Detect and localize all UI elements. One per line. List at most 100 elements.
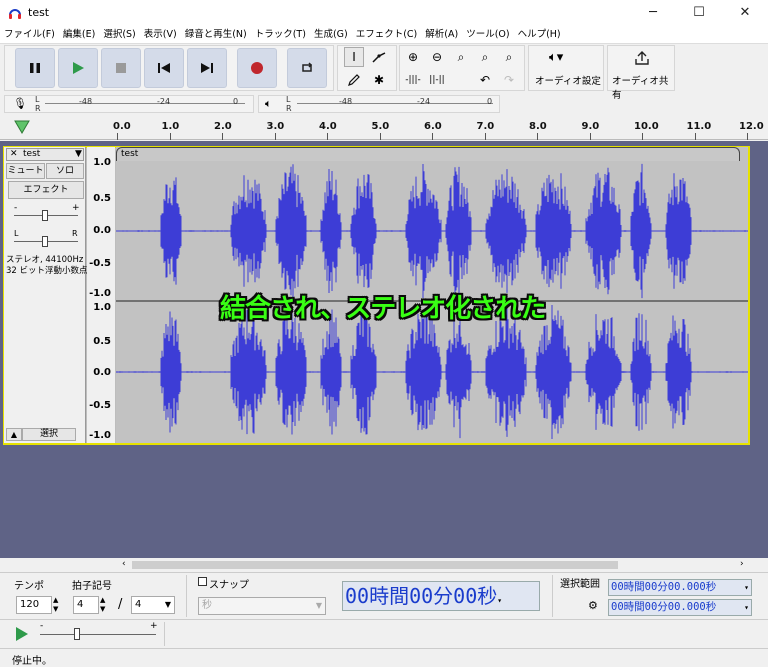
play-at-speed-toolbar: - + [0, 619, 768, 647]
clip-name: test [121, 149, 139, 159]
audio-setup-toolbar[interactable]: 🔈︎▾ オーディオ設定 [528, 45, 604, 91]
playback-meter[interactable]: 🔈︎ L R -48 -24 0 [258, 95, 500, 113]
window-title: test [28, 6, 50, 19]
redo-button[interactable]: ↷ [499, 70, 519, 90]
loop-button[interactable] [287, 48, 327, 88]
draw-tool-button[interactable] [344, 70, 364, 90]
audacity-app-icon [9, 9, 21, 19]
divider [552, 575, 553, 617]
ruler-tick-mark [747, 133, 748, 140]
beat-unit-select[interactable]: 4 ▼ [131, 596, 175, 614]
fit-project-button[interactable]: ⌕ [475, 47, 495, 67]
track-name-bar[interactable]: ✕ test ▼ [6, 148, 84, 161]
play-at-speed-icon[interactable] [14, 626, 30, 642]
speaker-icon: 🔈︎ [265, 97, 272, 110]
menu-select[interactable]: 選択(S) [99, 26, 139, 44]
silence-icon: ||-|| [429, 75, 445, 85]
menu-file[interactable]: ファイル(F) [0, 26, 59, 44]
envelope-tool-button[interactable] [369, 47, 389, 67]
bottom-toolbar: テンポ 120 ▲ ▼ 拍子記号 4 ▲ ▼ / 4 ▼ スナップ 秒 ▼ 00時間00… [0, 572, 768, 618]
ruler-tick-label: 11.0 [686, 121, 712, 132]
ruler-tick-mark [642, 133, 643, 140]
menu-effect[interactable]: エフェクト(C) [352, 26, 422, 44]
record-button[interactable] [237, 48, 277, 88]
speaker-icon: 🔈︎▾ [549, 50, 564, 65]
meter-tick: -48 [339, 97, 353, 106]
time-display[interactable]: 00時間00分00秒▾ [342, 581, 540, 611]
close-button[interactable]: ✕ [722, 0, 768, 26]
snap-unit-value: 秒 [202, 600, 212, 611]
collapse-track-button[interactable]: ▲ [6, 428, 22, 441]
minimize-button[interactable]: ─ [630, 0, 676, 26]
select-track-button[interactable]: 選択 [22, 428, 76, 441]
menu-tracks[interactable]: トラック(T) [251, 26, 310, 44]
selection-end-display[interactable]: 00時間00分00.000秒 ▾ [608, 599, 752, 616]
solo-button[interactable]: ソロ [46, 163, 84, 179]
play-button[interactable] [58, 48, 98, 88]
ruler-tick-mark [379, 133, 381, 140]
zoom-out-button[interactable]: ⊖ [427, 47, 447, 67]
maximize-button[interactable]: ☐ [676, 0, 722, 26]
ruler-tick-label: 7.0 [476, 121, 495, 132]
timeline-ruler[interactable]: 0.0 1.0 2.0 3.0 4.0 5.0 6.0 7.0 8.0 9.0 10.0 11.0 12… [0, 116, 768, 140]
tempo-label: テンポ [14, 581, 44, 592]
menu-generate[interactable]: 生成(G) [310, 26, 352, 44]
speed-slider-thumb[interactable] [74, 628, 80, 640]
beats-input[interactable]: 4 [73, 596, 99, 614]
audio-share-toolbar[interactable]: オーディオ共有 [607, 45, 675, 101]
menu-edit[interactable]: 編集(E) [59, 26, 99, 44]
mute-button[interactable]: ミュート [6, 163, 45, 179]
meter-tick: -24 [417, 97, 431, 106]
skip-to-start-button[interactable] [144, 48, 184, 88]
gear-icon[interactable]: ⚙ [588, 599, 598, 612]
pan-slider-thumb[interactable] [42, 236, 48, 247]
snap-checkbox[interactable] [198, 577, 207, 586]
asterisk-icon: ✱ [373, 73, 385, 87]
skip-to-end-button[interactable] [187, 48, 227, 88]
chevron-down-icon: ▼ [315, 601, 322, 610]
track-close-button[interactable]: ✕ [10, 149, 18, 159]
scroll-right-icon[interactable]: › [740, 559, 744, 569]
scale-label: -0.5 [89, 258, 111, 269]
ruler-tick-mark [589, 133, 591, 140]
multi-tool-button[interactable]: ✱ [369, 70, 389, 90]
menu-bar: ファイル(F) 編集(E) 選択(S) 表示(V) 録音と再生(N) トラック(T) 生成(… [0, 26, 768, 44]
selection-tool-button[interactable]: I [344, 47, 364, 67]
beats-spin-icon[interactable]: ▲ ▼ [100, 596, 105, 614]
snap-unit-select[interactable]: 秒 ▼ [198, 597, 326, 615]
menu-help[interactable]: ヘルプ(H) [514, 26, 565, 44]
scale-label: 0.0 [93, 225, 111, 236]
fit-selection-button[interactable]: ⌕ [451, 47, 471, 67]
menu-tools[interactable]: ツール(O) [462, 26, 513, 44]
stop-button[interactable] [101, 48, 141, 88]
speed-slider-track [40, 634, 156, 635]
clip-header[interactable]: test [116, 147, 740, 161]
tempo-input[interactable]: 120 [16, 596, 52, 614]
scroll-thumb[interactable] [132, 561, 618, 569]
menu-view[interactable]: 表示(V) [140, 26, 181, 44]
track-menu-dropdown-icon[interactable]: ▼ [75, 149, 82, 159]
menu-transport[interactable]: 録音と再生(N) [181, 26, 251, 44]
zoom-toggle-button[interactable]: ⌕ [499, 47, 519, 67]
selection-start-display[interactable]: 00時間00分00.000秒 ▾ [608, 579, 752, 596]
undo-button[interactable]: ↶ [475, 70, 495, 90]
trim-outside-button[interactable]: -|||- [403, 70, 423, 90]
chevron-down-icon: ▾ [744, 583, 749, 592]
horizontal-scrollbar[interactable]: ‹ › [0, 558, 768, 572]
silence-button[interactable]: ||-|| [427, 70, 447, 90]
zoom-in-button[interactable]: ⊕ [403, 47, 423, 67]
chevron-down-icon: ▾ [497, 596, 503, 605]
effects-button[interactable]: エフェクト [8, 181, 84, 199]
pause-button[interactable] [15, 48, 55, 88]
scale-label: 0.5 [93, 336, 111, 347]
menu-analyze[interactable]: 解析(A) [421, 26, 462, 44]
tempo-spin-icon[interactable]: ▲ ▼ [53, 596, 58, 614]
recording-meter[interactable]: 🎙︎ L R -48 -24 0 [4, 95, 254, 113]
snap-label: スナップ [209, 580, 249, 591]
divider [186, 575, 187, 617]
gain-slider-thumb[interactable] [42, 210, 48, 221]
scale-label: 1.0 [93, 157, 111, 168]
scale-label: 0.5 [93, 193, 111, 204]
scroll-left-icon[interactable]: ‹ [122, 559, 126, 569]
title-bar: test ─ ☐ ✕ [0, 0, 768, 26]
